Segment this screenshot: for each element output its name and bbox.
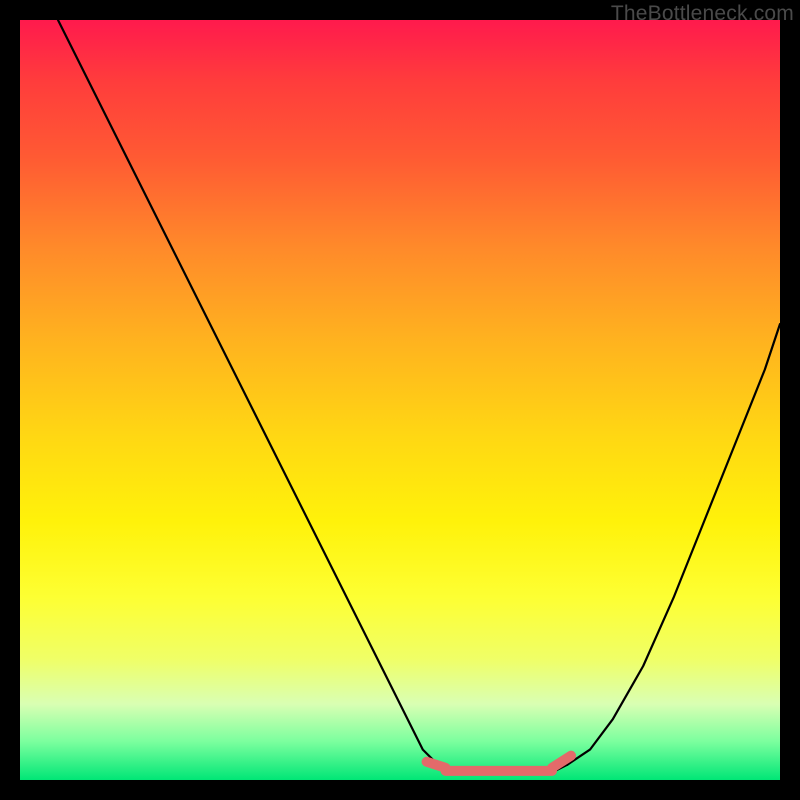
marker-layer <box>427 756 571 771</box>
chart-svg <box>20 20 780 780</box>
chart-frame: TheBottleneck.com <box>0 0 800 800</box>
plot-area <box>20 20 780 780</box>
valley-marker-right <box>552 756 571 768</box>
series-curve-right <box>567 324 780 765</box>
series-curve-left <box>58 20 438 765</box>
curve-layer <box>58 20 780 772</box>
watermark-text: TheBottleneck.com <box>611 2 794 26</box>
